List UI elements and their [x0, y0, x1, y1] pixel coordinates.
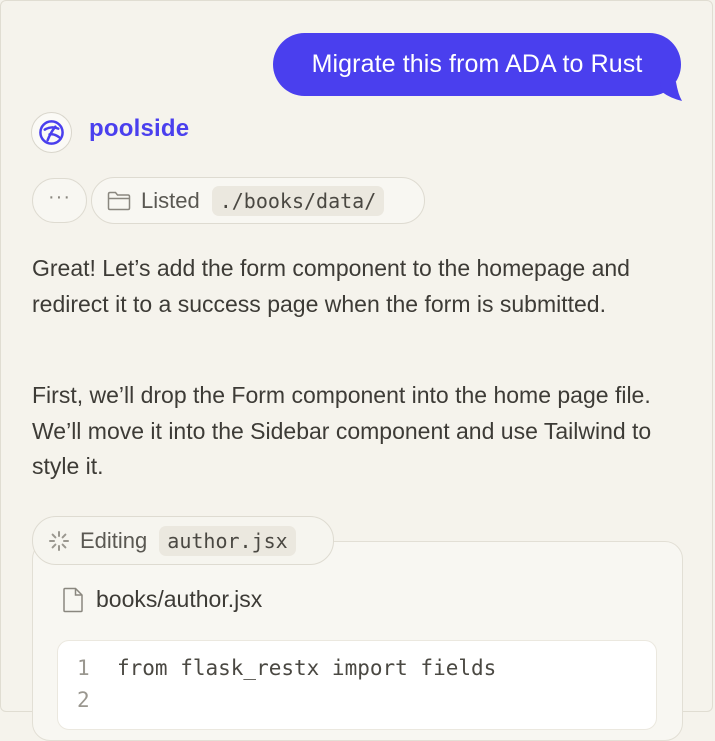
- assistant-paragraph-1: Great! Let’s add the form component to t…: [32, 255, 630, 317]
- listed-tool-chip[interactable]: Listed ./books/data/: [91, 177, 425, 224]
- line-number: 2: [77, 688, 90, 712]
- user-message-text: Migrate this from ADA to Rust: [311, 50, 643, 78]
- file-header: books/author.jsx: [62, 586, 262, 613]
- listed-label: Listed: [141, 187, 200, 213]
- file-icon: [63, 587, 83, 612]
- spinner-icon: [49, 530, 69, 551]
- folder-icon: [107, 191, 131, 210]
- assistant-name: poolside: [89, 115, 190, 142]
- file-path: books/author.jsx: [96, 586, 263, 612]
- listed-path: ./books/data/: [211, 185, 385, 216]
- more-dots: ···: [48, 186, 71, 208]
- assistant-paragraph-2: First, we’ll drop the Form component int…: [32, 382, 652, 479]
- editing-tool-chip[interactable]: Editing author.jsx: [32, 516, 334, 565]
- editing-file: author.jsx: [159, 525, 296, 556]
- code-line: 1 from flask_restx import fields: [77, 656, 496, 680]
- code-line: 2: [77, 688, 117, 712]
- more-steps-button[interactable]: ···: [32, 178, 87, 223]
- bubble-tail: [660, 82, 682, 101]
- poolside-logo-icon: [39, 120, 64, 145]
- assistant-avatar: [31, 112, 72, 153]
- code-block: [57, 640, 657, 730]
- user-message-bubble: Migrate this from ADA to Rust: [273, 33, 681, 96]
- line-code: from flask_restx import fields: [117, 656, 497, 680]
- editing-label: Editing: [80, 527, 148, 553]
- line-number: 1: [77, 656, 90, 680]
